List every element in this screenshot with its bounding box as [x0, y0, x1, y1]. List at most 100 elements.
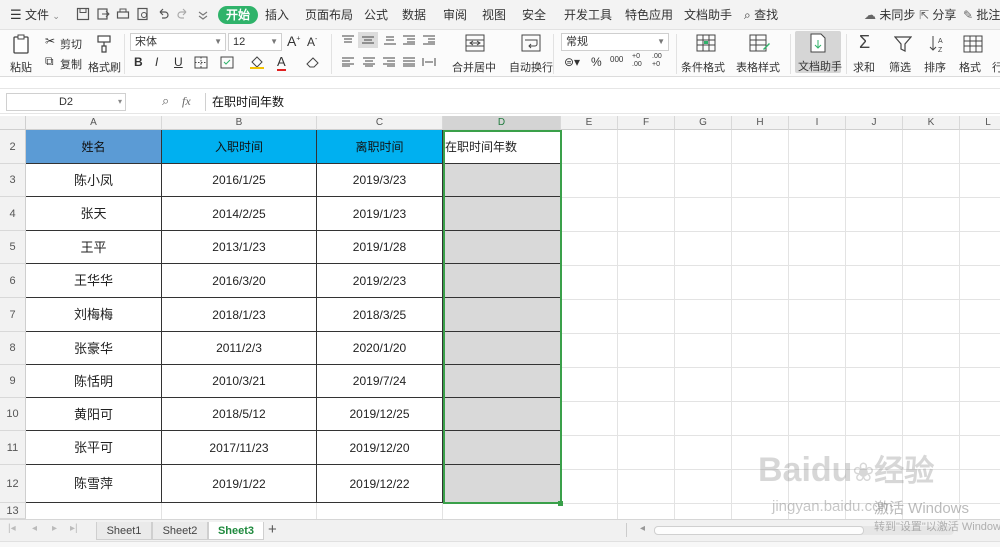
export-icon[interactable] — [96, 7, 110, 21]
italic-button[interactable]: I — [155, 55, 158, 69]
tab-page-layout[interactable]: 页面布局 — [305, 6, 353, 24]
column-header-h[interactable]: H — [732, 116, 789, 130]
eraser-icon[interactable] — [305, 55, 320, 69]
cell-name[interactable]: 张豪华 — [26, 332, 162, 365]
save-icon[interactable] — [76, 7, 90, 21]
cell-years-empty[interactable] — [443, 197, 561, 231]
find-button[interactable]: ⌕ 查找 — [744, 6, 778, 24]
name-box[interactable]: D2 ▾ — [6, 93, 126, 111]
currency-button[interactable]: ⊜▾ — [564, 55, 580, 69]
cell-name[interactable]: 黄阳可 — [26, 398, 162, 431]
cell-start-date[interactable]: 2013/1/23 — [162, 231, 317, 264]
tab-security[interactable]: 安全 — [522, 6, 546, 24]
tab-home[interactable]: 开始 — [218, 6, 259, 24]
zoom-magnifier-icon[interactable]: ⌕ — [162, 93, 169, 109]
next-sheet-icon[interactable]: ▸ — [52, 523, 57, 534]
row-header-3[interactable]: 3 — [0, 164, 26, 197]
header-cell-start-date[interactable]: 入职时间 — [162, 130, 317, 164]
row-header-13[interactable]: 13 — [0, 503, 26, 519]
cell-name[interactable]: 张平可 — [26, 431, 162, 465]
cell-name[interactable]: 王华华 — [26, 264, 162, 298]
select-all-corner[interactable] — [0, 116, 26, 130]
share-button[interactable]: ⇱ 分享 — [919, 6, 956, 24]
sheet-tab-2[interactable]: Sheet2 — [152, 522, 208, 540]
cell-start-date[interactable]: 2014/2/25 — [162, 197, 317, 231]
empty-cells-area[interactable] — [561, 130, 1000, 519]
sum-button[interactable]: Σ 求和 — [850, 32, 884, 74]
fx-icon[interactable]: fx — [182, 94, 191, 109]
align-bottom-icon[interactable] — [383, 35, 397, 45]
merge-center-button[interactable]: 合并居中 — [448, 32, 500, 74]
align-top-icon[interactable] — [341, 35, 355, 45]
row-header-5[interactable]: 5 — [0, 231, 26, 264]
cell-years-empty[interactable] — [443, 298, 561, 332]
indent-icon[interactable] — [422, 35, 436, 45]
file-menu[interactable]: ☰ 文件 ⌄ — [10, 6, 60, 24]
cell-years-empty[interactable] — [443, 431, 561, 465]
border-icon[interactable] — [194, 56, 208, 69]
comment-button[interactable]: ✎ 批注 — [963, 6, 1000, 24]
format-painter-button[interactable]: 格式刷 — [88, 32, 121, 74]
sheet-tab-3[interactable]: Sheet3 — [208, 522, 264, 540]
tab-formulas[interactable]: 公式 — [364, 6, 388, 24]
header-cell-years[interactable]: 在职时间年数 — [443, 130, 561, 164]
font-grow-button[interactable]: A+ — [287, 33, 300, 49]
redo-icon[interactable] — [176, 7, 190, 21]
column-header-i[interactable]: I — [789, 116, 846, 130]
filter-button[interactable]: 筛选 — [886, 32, 920, 74]
header-cell-name[interactable]: 姓名 — [26, 130, 162, 164]
print-icon[interactable] — [116, 7, 130, 21]
cell-start-date[interactable]: 2016/1/25 — [162, 164, 317, 197]
cut-button[interactable]: ✂ 剪切 — [45, 34, 85, 51]
cell-years-empty[interactable] — [443, 365, 561, 398]
cell-end-date[interactable]: 2019/1/23 — [317, 197, 443, 231]
customize-dropdown-icon[interactable] — [196, 7, 210, 21]
row-header-10[interactable]: 10 — [0, 398, 26, 431]
tab-doc-assistant[interactable]: 文档助手 — [684, 6, 732, 24]
sort-button[interactable]: AZ 排序 — [921, 32, 955, 74]
cell-name[interactable]: 陈小凤 — [26, 164, 162, 197]
align-center-icon[interactable] — [362, 57, 376, 67]
font-name-select[interactable]: 宋体 ▼ — [130, 33, 226, 51]
cell-name[interactable]: 陈恬明 — [26, 365, 162, 398]
thousands-button[interactable]: 000 — [610, 55, 623, 64]
cell-years-empty[interactable] — [443, 164, 561, 197]
font-size-select[interactable]: 12 ▼ — [228, 33, 282, 51]
cell-years-empty[interactable] — [443, 398, 561, 431]
column-header-c[interactable]: C — [317, 116, 443, 130]
cell-end-date[interactable]: 2018/3/25 — [317, 298, 443, 332]
tab-developer[interactable]: 开发工具 — [564, 6, 612, 24]
decrease-decimal-button[interactable]: .00 +0 — [652, 53, 668, 69]
tab-view[interactable]: 视图 — [482, 6, 506, 24]
add-sheet-icon[interactable]: + — [268, 521, 277, 538]
cell-end-date[interactable]: 2019/2/23 — [317, 264, 443, 298]
cell-end-date[interactable]: 2019/7/24 — [317, 365, 443, 398]
table-style-button[interactable]: 表格样式 — [735, 32, 787, 74]
cell-end-date[interactable]: 2019/12/22 — [317, 465, 443, 503]
cell-style-icon[interactable] — [220, 56, 236, 69]
cell-start-date[interactable]: 2017/11/23 — [162, 431, 317, 465]
column-header-l[interactable]: L — [960, 116, 1000, 130]
cell-years-empty[interactable] — [443, 264, 561, 298]
cell-start-date[interactable]: 2018/5/12 — [162, 398, 317, 431]
cell-end-date[interactable]: 2019/3/23 — [317, 164, 443, 197]
prev-sheet-icon[interactable]: ◂ — [32, 523, 37, 534]
row-header-11[interactable]: 11 — [0, 431, 26, 465]
tab-insert[interactable]: 插入 — [265, 6, 289, 24]
cell-years-empty[interactable] — [443, 231, 561, 264]
paste-button[interactable]: 粘贴 — [6, 32, 36, 74]
sync-button[interactable]: ☁ 未同步 — [864, 6, 915, 24]
fill-color-icon[interactable] — [249, 55, 265, 69]
row-header-7[interactable]: 7 — [0, 298, 26, 332]
row-header-4[interactable]: 4 — [0, 197, 26, 231]
cell-name[interactable]: 张天 — [26, 197, 162, 231]
tab-review[interactable]: 审阅 — [443, 6, 467, 24]
cell-name[interactable]: 陈雪萍 — [26, 465, 162, 503]
row-header-9[interactable]: 9 — [0, 365, 26, 398]
sheet-tab-1[interactable]: Sheet1 — [96, 522, 152, 540]
cell-end-date[interactable]: 2020/1/20 — [317, 332, 443, 365]
row-button[interactable]: 行 — [991, 32, 1000, 74]
row-header-6[interactable]: 6 — [0, 264, 26, 298]
scroll-left-icon[interactable]: ◂ — [640, 523, 645, 534]
cell-years-empty[interactable] — [443, 332, 561, 365]
